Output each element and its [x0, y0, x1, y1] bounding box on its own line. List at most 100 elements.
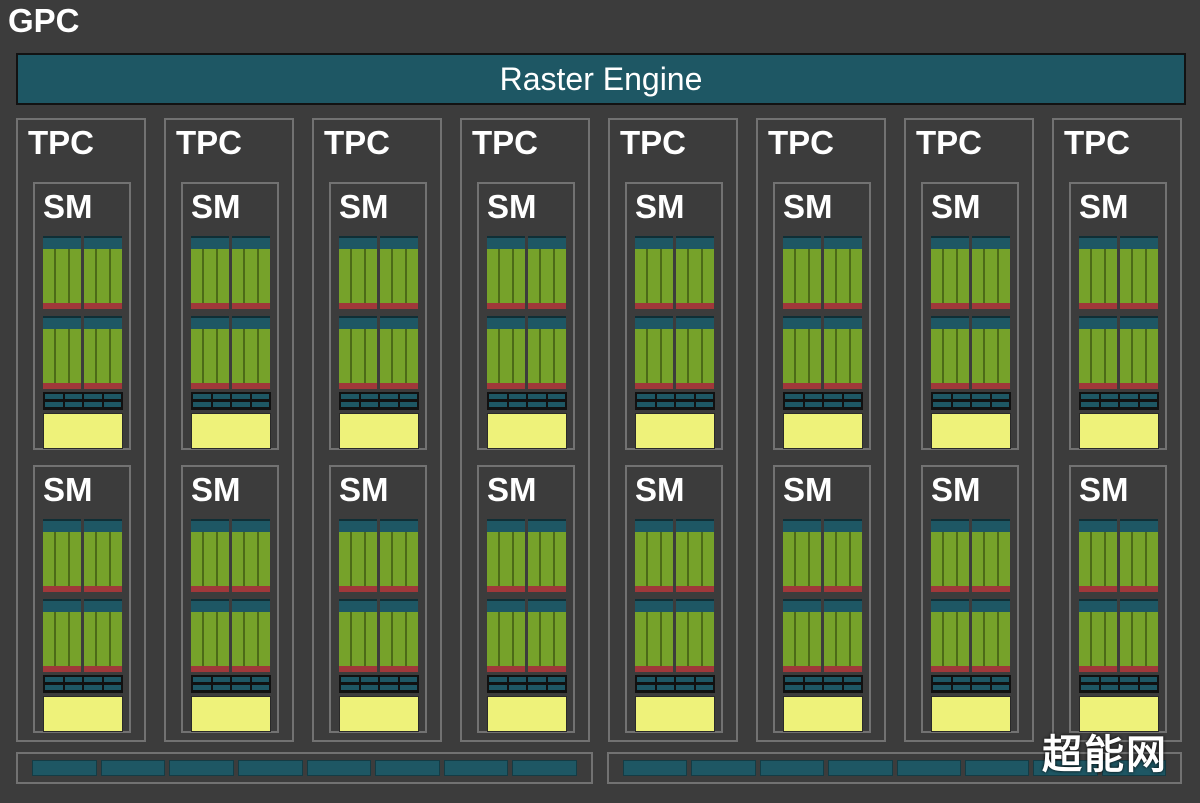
sm-label: SM: [931, 188, 981, 225]
texture-units: [339, 675, 419, 693]
sm-label: SM: [487, 471, 537, 508]
cuda-core-block: [380, 316, 418, 389]
texture-units: [783, 392, 863, 410]
cuda-core-block: [43, 599, 81, 672]
cuda-core-block: [824, 316, 862, 389]
tpc-block: TPC SM SM: [756, 118, 886, 742]
sm-block: SM: [1069, 465, 1167, 733]
sm-label: SM: [339, 471, 389, 508]
memory-bus-left: [16, 752, 593, 784]
cuda-core-block: [676, 316, 714, 389]
cuda-core-block: [43, 316, 81, 389]
cuda-core-block: [1120, 519, 1158, 592]
cuda-core-block: [380, 519, 418, 592]
texture-units: [43, 392, 123, 410]
texture-units: [191, 675, 271, 693]
l1-cache: [783, 413, 863, 449]
sm-block: SM: [773, 465, 871, 733]
cuda-core-block: [972, 599, 1010, 672]
tpc-label: TPC: [620, 124, 686, 161]
cuda-core-block: [972, 236, 1010, 309]
sm-label: SM: [931, 471, 981, 508]
texture-units: [1079, 675, 1159, 693]
sm-label: SM: [783, 188, 833, 225]
texture-units: [1079, 392, 1159, 410]
cuda-core-block: [191, 236, 229, 309]
cuda-core-block: [528, 599, 566, 672]
texture-units: [487, 675, 567, 693]
cuda-core-block: [676, 599, 714, 672]
cuda-core-block: [1079, 599, 1117, 672]
cuda-core-block: [783, 599, 821, 672]
sm-block: SM: [477, 182, 575, 450]
cuda-core-block: [487, 599, 525, 672]
sm-block: SM: [921, 465, 1019, 733]
tpc-label: TPC: [324, 124, 390, 161]
cuda-core-block: [824, 519, 862, 592]
texture-units: [635, 675, 715, 693]
gpc-title: GPC: [8, 2, 80, 39]
cuda-core-block: [1079, 316, 1117, 389]
sm-block: SM: [33, 465, 131, 733]
sm-label: SM: [43, 471, 93, 508]
cuda-core-block: [676, 519, 714, 592]
cuda-core-block: [1120, 316, 1158, 389]
tpc-block: TPC SM SM: [460, 118, 590, 742]
l1-cache: [931, 413, 1011, 449]
cuda-core-block: [232, 316, 270, 389]
cuda-core-block: [972, 519, 1010, 592]
cuda-core-block: [635, 236, 673, 309]
cuda-core-block: [1120, 599, 1158, 672]
tpc-label: TPC: [472, 124, 538, 161]
tpc-block: TPC SM SM: [1052, 118, 1182, 742]
sm-label: SM: [339, 188, 389, 225]
sm-label: SM: [191, 471, 241, 508]
watermark-logo: 超能网: [1042, 733, 1168, 777]
sm-label: SM: [1079, 188, 1129, 225]
cuda-core-block: [84, 519, 122, 592]
cuda-core-block: [339, 599, 377, 672]
cuda-core-block: [380, 236, 418, 309]
tpc-block: TPC SM SM: [312, 118, 442, 742]
cuda-core-block: [339, 316, 377, 389]
tpc-label: TPC: [28, 124, 94, 161]
cuda-core-block: [1120, 236, 1158, 309]
l1-cache: [1079, 413, 1159, 449]
cuda-core-block: [783, 316, 821, 389]
texture-units: [931, 675, 1011, 693]
cuda-core-block: [487, 316, 525, 389]
sm-block: SM: [625, 465, 723, 733]
texture-units: [783, 675, 863, 693]
sm-block: SM: [1069, 182, 1167, 450]
tpc-label: TPC: [176, 124, 242, 161]
l1-cache: [191, 413, 271, 449]
cuda-core-block: [972, 316, 1010, 389]
cuda-core-block: [635, 316, 673, 389]
l1-cache: [635, 696, 715, 732]
l1-cache: [487, 696, 567, 732]
raster-engine: Raster Engine: [16, 53, 1186, 105]
l1-cache: [635, 413, 715, 449]
l1-cache: [191, 696, 271, 732]
sm-block: SM: [477, 465, 575, 733]
cuda-core-block: [191, 316, 229, 389]
texture-units: [191, 392, 271, 410]
l1-cache: [1079, 696, 1159, 732]
cuda-core-block: [191, 519, 229, 592]
cuda-core-block: [487, 519, 525, 592]
l1-cache: [339, 413, 419, 449]
l1-cache: [43, 413, 123, 449]
tpc-block: TPC SM SM: [16, 118, 146, 742]
cuda-core-block: [232, 236, 270, 309]
cuda-core-block: [84, 316, 122, 389]
cuda-core-block: [232, 599, 270, 672]
sm-label: SM: [191, 188, 241, 225]
cuda-core-block: [528, 316, 566, 389]
sm-label: SM: [487, 188, 537, 225]
raster-engine-label: Raster Engine: [499, 61, 703, 97]
cuda-core-block: [232, 519, 270, 592]
tpc-label: TPC: [1064, 124, 1130, 161]
texture-units: [635, 392, 715, 410]
cuda-core-block: [783, 519, 821, 592]
sm-label: SM: [783, 471, 833, 508]
